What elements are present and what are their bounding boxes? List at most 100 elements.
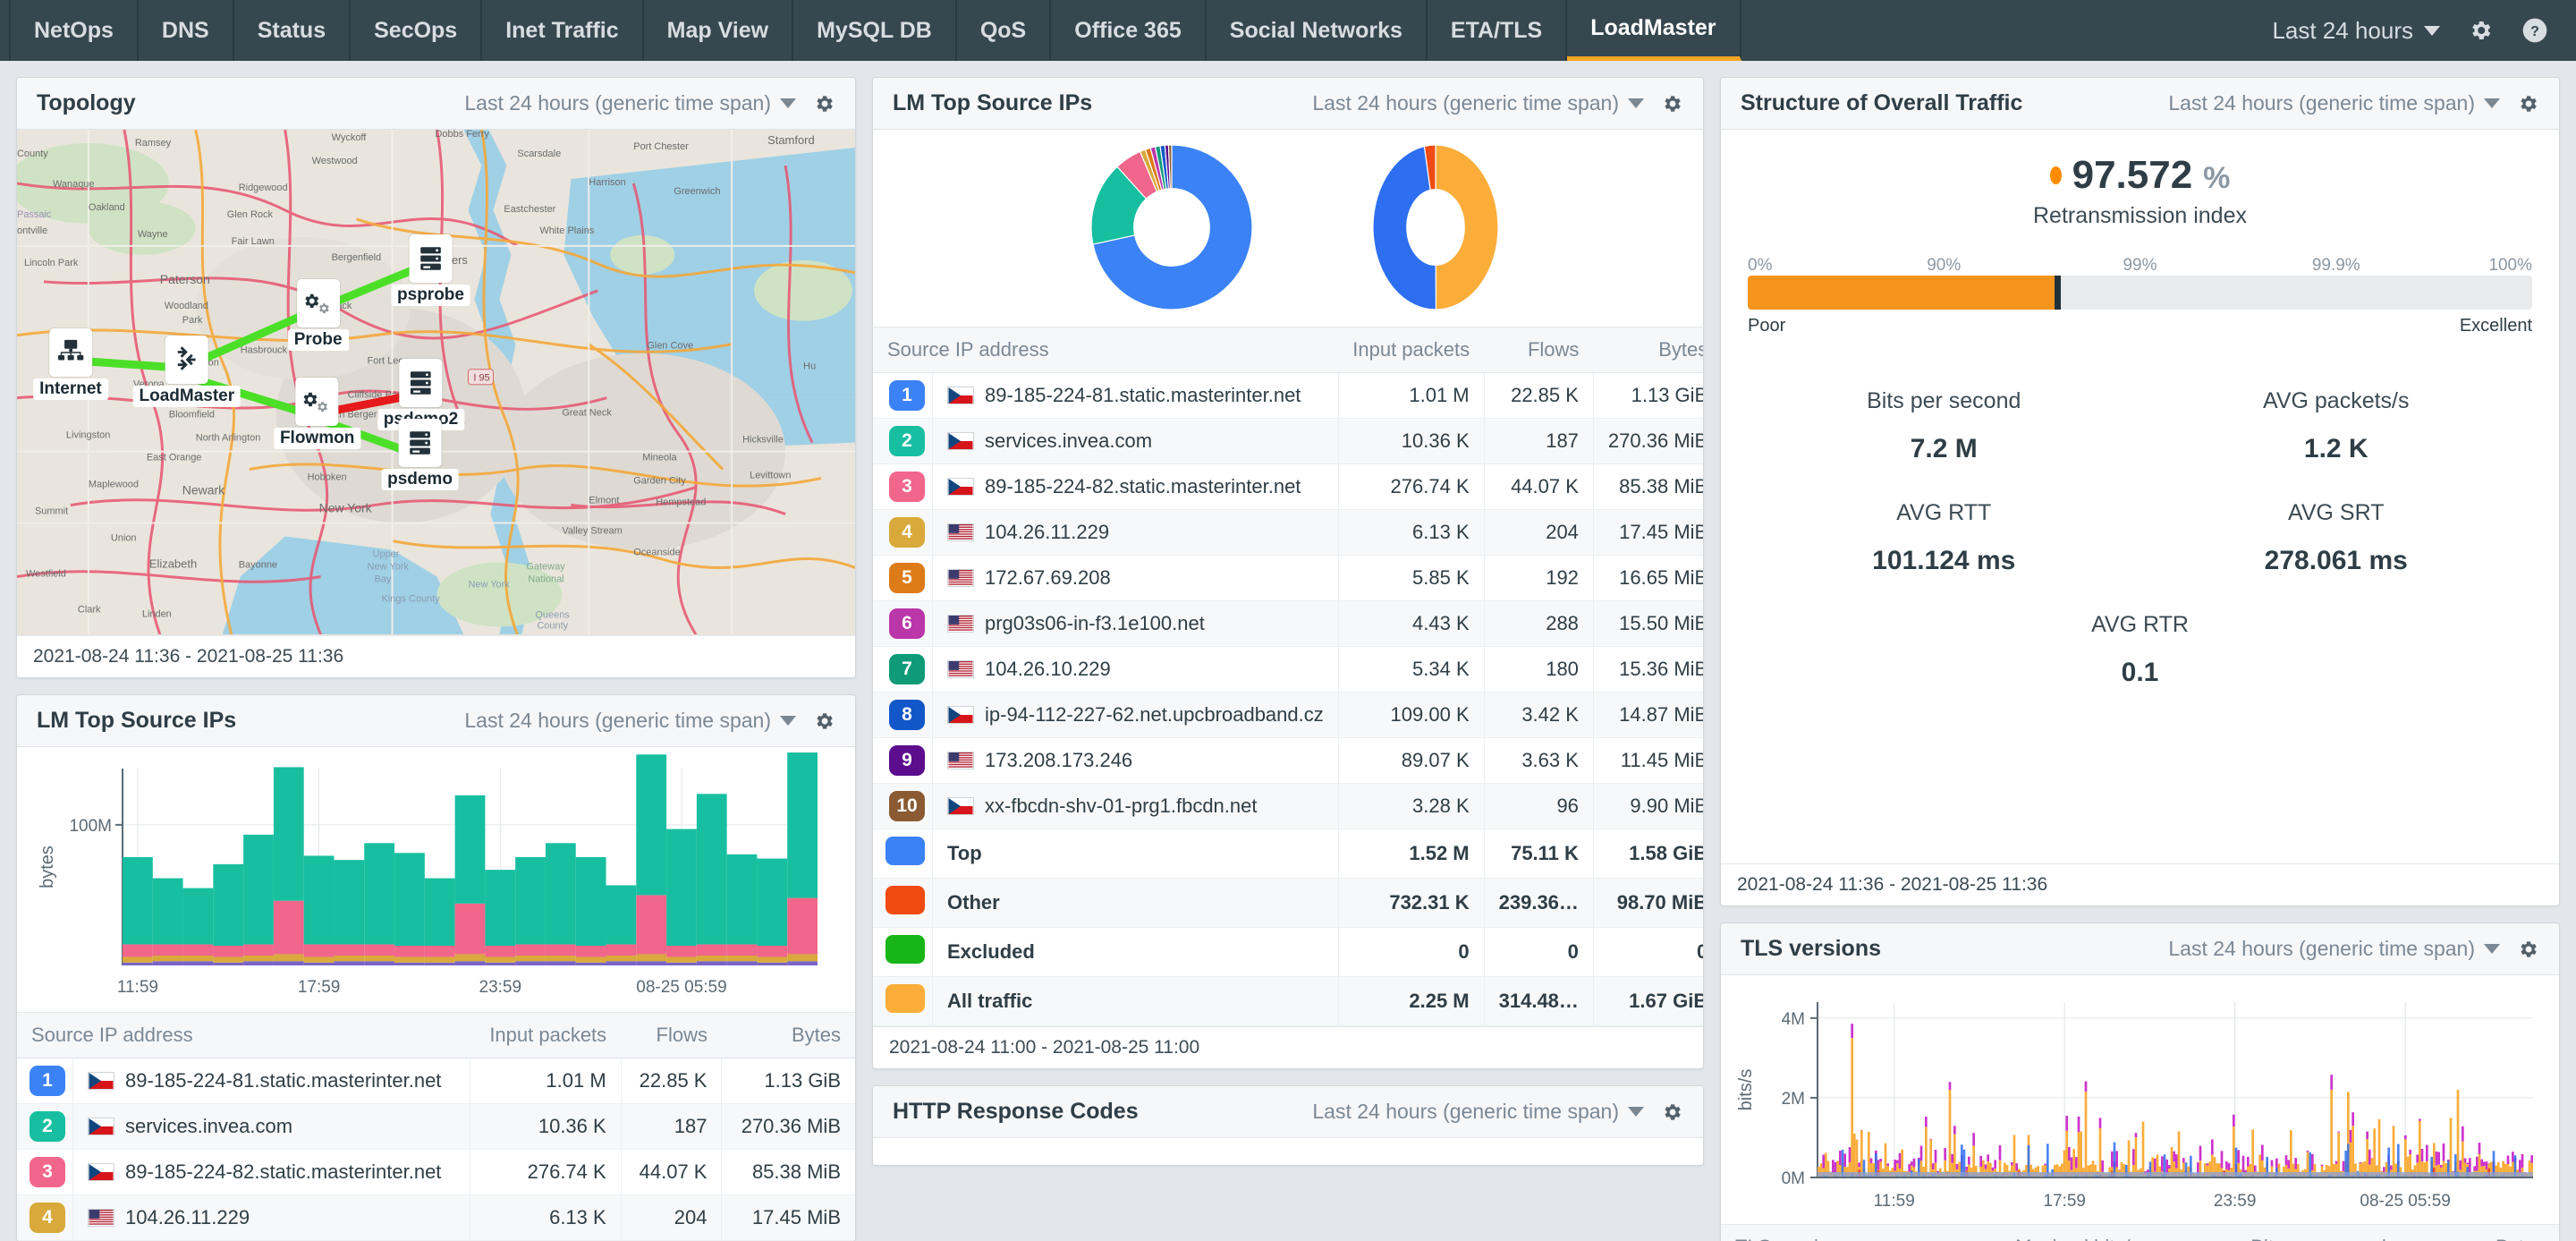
bar-segment[interactable] <box>576 946 606 957</box>
bar-segment[interactable] <box>455 961 486 965</box>
bar-segment[interactable] <box>485 957 515 963</box>
bar-segment[interactable] <box>123 963 153 965</box>
nav-tab-mysql-db[interactable]: MySQL DB <box>793 0 957 61</box>
bar-segment[interactable] <box>455 795 486 904</box>
table-row[interactable]: 5172.67.69.2085.85 K19216.65 MiB <box>873 556 1704 601</box>
tls-versions-timeseries-chart[interactable]: 0M2M4Mbits/s11:5917:5923:5908-25 05:59 <box>1721 975 2559 1224</box>
bar-segment[interactable] <box>727 854 758 945</box>
bar-segment[interactable] <box>546 956 576 961</box>
bar-segment[interactable] <box>364 944 394 956</box>
column-header[interactable]: TLS versions <box>1721 1225 1925 1241</box>
bar-segment[interactable] <box>123 957 153 963</box>
table-row[interactable]: 6prg03s06-in-f3.1e100.net4.43 K28815.50 … <box>873 601 1704 647</box>
bar-segment[interactable] <box>274 767 304 900</box>
bar-segment[interactable] <box>304 963 335 965</box>
bar-segment[interactable] <box>213 957 243 963</box>
bar-segment[interactable] <box>334 860 364 944</box>
source-name-cell[interactable]: ip-94-112-227-62.net.upcbroadband.cz <box>933 693 1339 738</box>
topology-node-psdemo[interactable]: psdemo <box>381 419 459 490</box>
table-row[interactable]: 189-185-224-81.static.masterinter.net1.0… <box>873 373 1704 419</box>
gear-icon[interactable] <box>2516 938 2539 961</box>
bar-segment[interactable] <box>455 954 486 961</box>
donut-chart-traffic-shares[interactable] <box>1333 142 1538 312</box>
bar-segment[interactable] <box>546 944 576 956</box>
source-name-cell[interactable]: 172.67.69.208 <box>933 556 1339 601</box>
source-name-cell[interactable]: 104.26.11.229 <box>933 510 1339 556</box>
table-summary-row[interactable]: Other732.31 K239.36…98.70 MiB <box>873 879 1704 928</box>
bar-segment[interactable] <box>183 888 214 945</box>
bar-segment[interactable] <box>546 843 576 944</box>
bar-segment[interactable] <box>727 944 758 956</box>
column-header[interactable]: Maximal bits/s <box>1925 1225 2155 1241</box>
bar-segment[interactable] <box>183 961 214 965</box>
bar-segment[interactable] <box>606 956 637 961</box>
gear-icon[interactable] <box>812 710 835 733</box>
bar-segment[interactable] <box>364 956 394 961</box>
bar-segment[interactable] <box>123 944 153 956</box>
bar-segment[interactable] <box>304 944 335 956</box>
bar-segment[interactable] <box>757 946 787 957</box>
table-row[interactable]: 2services.invea.com10.36 K187270.36 MiB <box>873 419 1704 464</box>
bar-segment[interactable] <box>425 946 455 957</box>
donut-slice[interactable] <box>1373 147 1436 310</box>
panel-timespan-selector[interactable]: Last 24 hours (generic time span) <box>2168 937 2500 961</box>
column-header[interactable]: Input packets <box>470 1013 621 1058</box>
bar-segment[interactable] <box>243 944 274 956</box>
bar-segment[interactable] <box>757 963 787 965</box>
topology-node-probe[interactable]: Probe <box>288 279 349 351</box>
nav-tab-map-view[interactable]: Map View <box>644 0 793 61</box>
bar-segment[interactable] <box>636 961 666 965</box>
bar-segment[interactable] <box>727 956 758 961</box>
nav-tab-eta-tls[interactable]: ETA/TLS <box>1428 0 1567 61</box>
source-name-cell[interactable]: services.invea.com <box>73 1104 470 1150</box>
gear-icon[interactable] <box>1660 1101 1683 1124</box>
gear-icon[interactable] <box>2516 92 2539 115</box>
bar-segment[interactable] <box>183 944 214 956</box>
table-row[interactable]: 2services.invea.com10.36 K187270.36 MiB <box>17 1104 855 1150</box>
panel-timespan-selector[interactable]: Last 24 hours (generic time span) <box>2168 91 2500 115</box>
nav-tab-qos[interactable]: QoS <box>957 0 1051 61</box>
bar-segment[interactable] <box>213 864 243 946</box>
donut-chart-area[interactable] <box>873 130 1703 327</box>
bar-segment[interactable] <box>666 829 697 946</box>
bar-segment[interactable] <box>697 794 727 944</box>
gear-icon[interactable] <box>812 92 835 115</box>
bar-segment[interactable] <box>153 944 183 956</box>
panel-timespan-selector[interactable]: Last 24 hours (generic time span) <box>1312 91 1644 115</box>
bar-segment[interactable] <box>757 859 787 946</box>
nav-tab-inet-traffic[interactable]: Inet Traffic <box>482 0 643 61</box>
bar-segment[interactable] <box>334 956 364 961</box>
topology-node-loadmaster[interactable]: LoadMaster <box>132 336 241 407</box>
bar-segment[interactable] <box>727 961 758 965</box>
bar-segment[interactable] <box>394 957 425 963</box>
column-header[interactable]: Bytes <box>2401 1225 2559 1241</box>
bar-segment[interactable] <box>757 957 787 963</box>
source-name-cell[interactable]: 89-185-224-82.static.masterinter.net <box>933 464 1339 510</box>
bar-segment[interactable] <box>515 961 546 965</box>
column-header[interactable]: Bits per second <box>2154 1225 2400 1241</box>
bar-segment[interactable] <box>636 895 666 954</box>
bar-segment[interactable] <box>697 944 727 956</box>
bar-segment[interactable] <box>666 946 697 957</box>
bar-segment[interactable] <box>183 956 214 961</box>
bar-segment[interactable] <box>606 885 637 944</box>
bar-segment[interactable] <box>243 961 274 965</box>
bar-segment[interactable] <box>636 754 666 895</box>
column-header[interactable]: Bytes <box>722 1013 855 1058</box>
bar-segment[interactable] <box>213 946 243 957</box>
bar-segment[interactable] <box>606 944 637 956</box>
table-row[interactable]: 4104.26.11.2296.13 K20417.45 MiB <box>873 510 1704 556</box>
bar-segment[interactable] <box>787 954 818 961</box>
table-row[interactable]: 389-185-224-82.static.masterinter.net276… <box>17 1150 855 1195</box>
source-name-cell[interactable]: services.invea.com <box>933 419 1339 464</box>
bar-segment[interactable] <box>666 963 697 965</box>
column-header[interactable]: Source IP address <box>17 1013 470 1058</box>
bar-segment[interactable] <box>243 956 274 961</box>
bar-segment[interactable] <box>394 963 425 965</box>
bar-segment[interactable] <box>123 857 153 944</box>
bar-segment[interactable] <box>576 857 606 946</box>
table-row[interactable]: 9173.208.173.24689.07 K3.63 K11.45 MiB <box>873 738 1704 784</box>
bar-segment[interactable] <box>425 879 455 946</box>
gear-icon[interactable] <box>2467 17 2494 44</box>
table-summary-row[interactable]: All traffic2.25 M314.48…1.67 GiB <box>873 977 1704 1026</box>
